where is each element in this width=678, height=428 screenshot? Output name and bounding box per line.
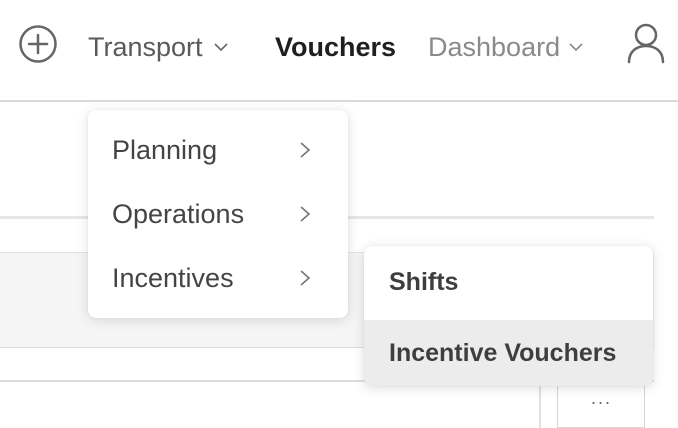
nav-dashboard-label: Dashboard <box>428 31 561 62</box>
plus-circle-icon <box>19 25 57 63</box>
nav-dashboard[interactable]: Dashboard <box>428 28 584 66</box>
menu-item-label: Operations <box>112 198 245 229</box>
nav-transport-label: Transport <box>88 31 203 62</box>
submenu-item-label: Incentive Vouchers <box>389 338 617 367</box>
user-icon <box>627 23 665 64</box>
table-column-divider <box>539 382 541 428</box>
submenu-item-shifts[interactable]: Shifts <box>364 246 653 318</box>
nav-vouchers[interactable]: Vouchers <box>275 28 396 66</box>
menu-item-operations[interactable]: Operations <box>88 182 348 246</box>
more-actions-button[interactable]: ··· <box>557 382 645 428</box>
submenu-item-label: Shifts <box>389 267 459 296</box>
chevron-right-icon <box>300 206 311 222</box>
menu-item-planning[interactable]: Planning <box>88 118 348 182</box>
menu-item-label: Incentives <box>112 262 234 293</box>
user-profile-button[interactable] <box>626 22 666 66</box>
incentives-submenu: Shifts Incentive Vouchers <box>364 246 653 386</box>
chevron-down-icon <box>213 43 228 52</box>
add-button[interactable] <box>18 24 58 64</box>
more-actions-label: ··· <box>590 392 612 412</box>
submenu-item-incentive-vouchers[interactable]: Incentive Vouchers <box>364 320 653 386</box>
nav-transport[interactable]: Transport <box>88 28 229 66</box>
chevron-right-icon <box>300 142 311 158</box>
nav-vouchers-label: Vouchers <box>275 31 397 62</box>
transport-dropdown-menu: Planning Operations Incentives <box>88 110 348 318</box>
menu-item-incentives[interactable]: Incentives <box>88 246 348 310</box>
chevron-down-icon <box>569 43 583 52</box>
menu-item-label: Planning <box>112 134 218 165</box>
top-nav-bar: Transport Vouchers Dashboard <box>0 0 678 102</box>
chevron-right-icon <box>300 270 311 286</box>
